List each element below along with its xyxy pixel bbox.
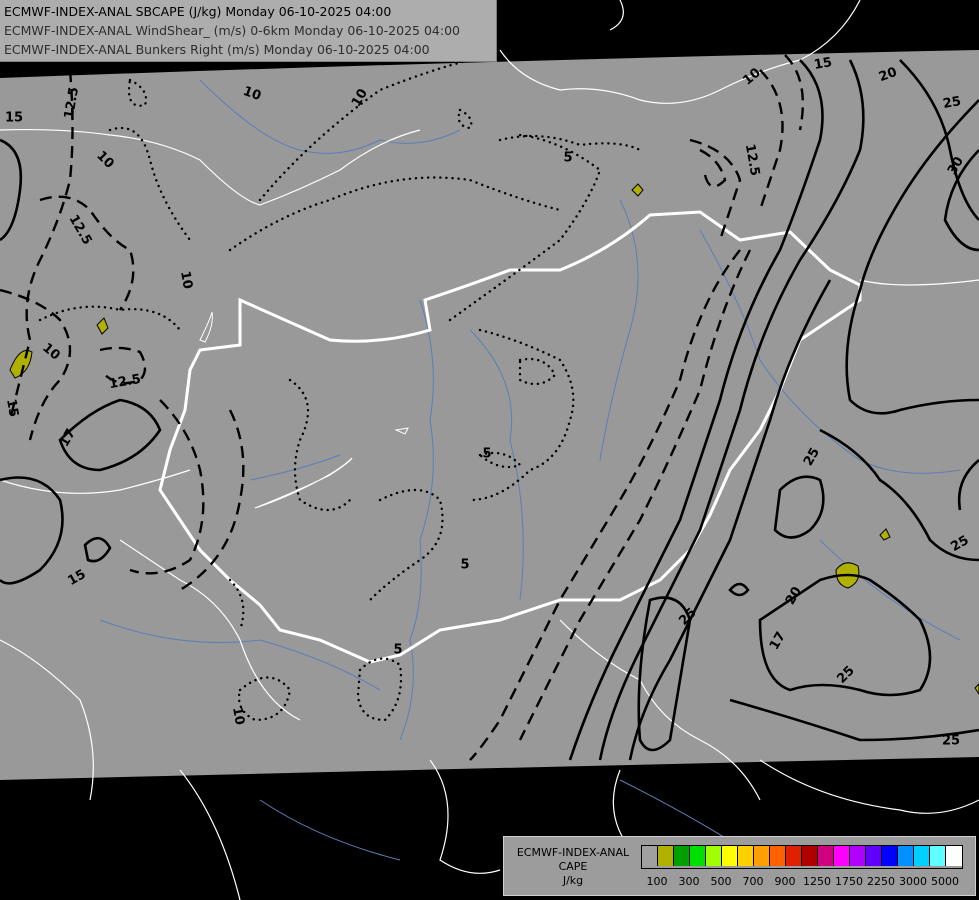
legend-tick-label: 1250 (803, 875, 831, 888)
weather-map: 15 12.51010 1012.5101012.51517155101520251… (0, 0, 979, 900)
legend-swatch (930, 846, 946, 866)
title-line-windshear: ECMWF-INDEX-ANAL WindShear_ (m/s) 0-6km … (4, 23, 460, 38)
legend-swatch (834, 846, 850, 866)
legend-swatch (674, 846, 690, 866)
legend-swatch (850, 846, 866, 866)
contour-label: 5 (482, 447, 491, 462)
contour-label: 15 (5, 111, 23, 126)
legend-tick-label: 300 (678, 875, 700, 888)
legend-swatch (866, 846, 882, 866)
contour-label: 5 (460, 558, 469, 573)
legend-tick-label: 1750 (835, 875, 863, 888)
legend-tick-label: 3000 (899, 875, 927, 888)
legend-swatch (786, 846, 802, 866)
legend-source: ECMWF-INDEX-ANAL (516, 846, 630, 859)
contour-label: 15 (813, 55, 833, 73)
contour-label: 25 (942, 94, 962, 112)
legend-tick-label: 500 (710, 875, 732, 888)
legend-variable: CAPE (558, 860, 588, 873)
legend-swatch (818, 846, 834, 866)
legend-swatch (738, 846, 754, 866)
legend-swatch (722, 846, 738, 866)
legend-swatch (898, 846, 914, 866)
legend-swatch (754, 846, 770, 866)
title-line-sbcape: ECMWF-INDEX-ANAL SBCAPE (J/kg) Monday 06… (4, 4, 392, 19)
legend-swatch (706, 846, 722, 866)
legend-swatch (946, 846, 962, 866)
legend-unit: J/kg (562, 874, 584, 887)
contour-label: 10 (177, 270, 195, 290)
legend-tick-label: 2250 (867, 875, 895, 888)
legend-swatch (690, 846, 706, 866)
legend-tick-label: 100 (646, 875, 668, 888)
map-title-panel: ECMWF-INDEX-ANAL SBCAPE (J/kg) Monday 06… (0, 0, 497, 62)
legend-swatch (802, 846, 818, 866)
contour-label: 5 (563, 151, 572, 166)
legend-color-bar (641, 845, 963, 869)
legend-swatch (658, 846, 674, 866)
legend-tick-label: 900 (774, 875, 796, 888)
legend-tick-label: 700 (742, 875, 764, 888)
legend-swatch (770, 846, 786, 866)
contour-label: 5 (393, 643, 402, 658)
contour-label: 25 (942, 734, 960, 749)
legend-title: ECMWF-INDEX-ANAL CAPE J/kg (508, 846, 638, 888)
legend-tick-label: 5000 (931, 875, 959, 888)
legend-swatch (914, 846, 930, 866)
title-line-bunkers: ECMWF-INDEX-ANAL Bunkers Right (m/s) Mon… (4, 42, 430, 57)
contour-label: 15 (3, 398, 21, 418)
data-domain (0, 50, 979, 780)
cape-legend: ECMWF-INDEX-ANAL CAPE J/kg 100 300 500 700 9… (503, 836, 976, 896)
legend-swatch (882, 846, 898, 866)
legend-swatch (642, 846, 658, 866)
map-viewer: 15 12.5 10 10 10 12.5 10 10 12.5 15 17 15 5 10 15 20 25 1… (0, 0, 979, 900)
contour-label: 10 (229, 706, 247, 726)
